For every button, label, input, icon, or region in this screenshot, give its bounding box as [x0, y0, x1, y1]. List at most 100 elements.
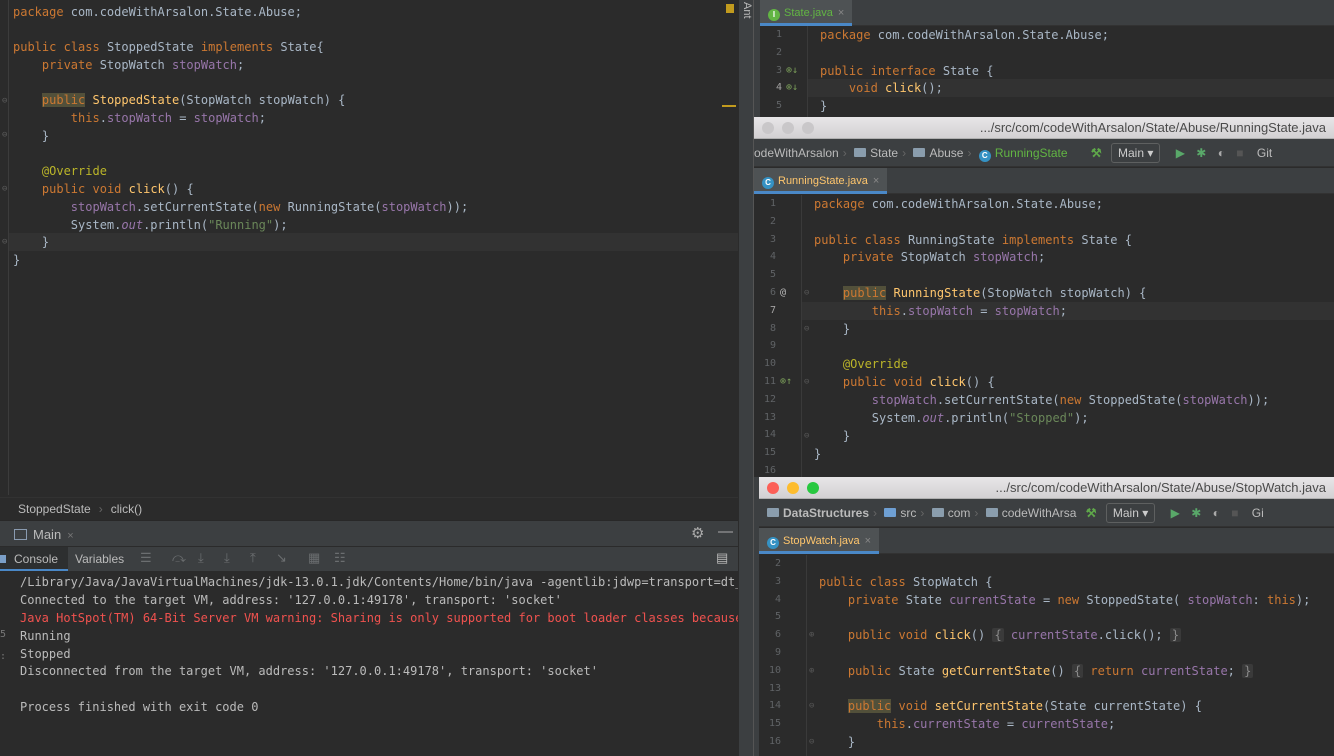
hammer-icon[interactable]: ⚒: [1091, 146, 1102, 160]
code-line[interactable]: }: [819, 733, 855, 751]
stopwatch-editor[interactable]: 2 3 4 5 6 9 10 13 14 15 16 ⊕ ⊕ ⊖ ⊖ public class St…: [759, 555, 1334, 756]
code-line[interactable]: public class StopWatch {: [819, 573, 992, 591]
stop-icon[interactable]: ■: [1231, 506, 1238, 520]
code-line[interactable]: package com.codeWithArsalon.State.Abuse;: [820, 26, 1109, 44]
restart-icon[interactable]: 5: [0, 629, 6, 640]
tab-state-java[interactable]: I State.java ×: [760, 0, 853, 26]
git-label[interactable]: Git: [1257, 146, 1272, 160]
implemented-icon[interactable]: ⊚↓: [786, 62, 798, 80]
code-line[interactable]: public State getCurrentState() { return …: [819, 662, 1254, 680]
code-line[interactable]: }: [13, 127, 49, 145]
console-output[interactable]: 5 : /Library/Java/JavaVirtualMachines/jd…: [0, 571, 738, 756]
code-line[interactable]: public void click() { currentState.click…: [819, 626, 1182, 644]
fold-marker[interactable]: ⊖: [804, 284, 809, 302]
run-config-select[interactable]: Main ▾: [1105, 503, 1156, 523]
fold-marker[interactable]: ⊖: [2, 237, 7, 247]
stop-icon[interactable]: :: [0, 651, 6, 662]
crumb-project[interactable]: DataStructures: [767, 499, 869, 527]
debug-icon[interactable]: ✱: [1196, 146, 1206, 160]
gear-icon[interactable]: ⚙: [691, 524, 704, 542]
code-line[interactable]: package com.codeWithArsalon.State.Abuse;: [814, 195, 1103, 213]
menu-icon[interactable]: ☰: [140, 550, 152, 566]
hammer-icon[interactable]: ⚒: [1086, 506, 1097, 520]
fold-marker[interactable]: ⊖: [2, 130, 7, 140]
fold-marker[interactable]: ⊕: [809, 662, 814, 680]
code-line[interactable]: }: [13, 251, 20, 269]
ant-tool-button[interactable]: Ant: [739, 0, 753, 19]
code-line[interactable]: public void click() {: [814, 373, 995, 391]
zoom-window-button[interactable]: [802, 122, 814, 134]
breadcrumb-class[interactable]: StoppedState: [18, 502, 91, 516]
code-line[interactable]: }: [814, 320, 850, 338]
run-config-select[interactable]: Main ▾: [1111, 143, 1161, 163]
code-line[interactable]: this.currentState = currentState;: [819, 715, 1115, 733]
close-window-button[interactable]: [762, 122, 774, 134]
step-into-icon[interactable]: ⤓: [198, 550, 204, 566]
code-line[interactable]: public void setCurrentState(State curren…: [819, 697, 1202, 715]
tab-running-state-java[interactable]: C RunningState.java ×: [754, 168, 888, 194]
force-step-into-icon[interactable]: ⤓: [224, 550, 230, 566]
code-line[interactable]: public RunningState(StopWatch stopWatch)…: [814, 284, 1146, 302]
code-line[interactable]: }: [820, 97, 827, 115]
minimize-window-button[interactable]: [782, 122, 794, 134]
code-line[interactable]: void click();: [820, 79, 943, 97]
close-icon[interactable]: ×: [67, 530, 73, 542]
state-editor[interactable]: 1 2 3 4 5 ⊚↓ ⊚↓ package com.codeWithArsa…: [760, 26, 1334, 118]
code-line[interactable]: System.out.println("Stopped");: [814, 409, 1089, 427]
crumb-state[interactable]: State: [854, 139, 898, 167]
scroll-marker[interactable]: [722, 105, 736, 107]
code-line[interactable]: }: [13, 233, 49, 251]
running-state-editor[interactable]: 1 2 3 4 5 6 7 8 9 10 11 12 13 14 15 16 @ ⊚↑ ⊖ ⊖ ⊖ ⊖ pac…: [754, 195, 1334, 477]
fold-marker[interactable]: ⊖: [804, 320, 809, 338]
run-tab-main[interactable]: Main ×: [14, 525, 74, 545]
coverage-icon[interactable]: ◐: [1218, 146, 1225, 160]
evaluate-icon[interactable]: ▦: [308, 550, 320, 566]
code-line[interactable]: package com.codeWithArsalon.State.Abuse;: [13, 3, 302, 21]
code-line[interactable]: this.stopWatch = stopWatch;: [814, 302, 1067, 320]
fold-marker[interactable]: ⊖: [809, 697, 814, 715]
breadcrumb-method[interactable]: click(): [111, 502, 142, 516]
code-line[interactable]: System.out.println("Running");: [13, 216, 288, 234]
fold-marker[interactable]: ⊕: [809, 626, 814, 644]
code-line[interactable]: public StoppedState(StopWatch stopWatch)…: [13, 91, 345, 109]
trace-icon[interactable]: ☷: [334, 550, 346, 566]
left-editor[interactable]: ⊖ ⊖ ⊖ ⊖ package com.codeWithArsalon.Stat…: [0, 0, 738, 495]
tab-console[interactable]: Console: [0, 547, 69, 571]
fold-marker[interactable]: ⊖: [804, 373, 809, 391]
code-line[interactable]: stopWatch.setCurrentState(new StoppedSta…: [814, 391, 1269, 409]
fold-marker[interactable]: ⊖: [2, 96, 7, 106]
zoom-window-button[interactable]: [807, 482, 819, 494]
close-window-button[interactable]: [767, 482, 779, 494]
crumb-src[interactable]: src: [884, 499, 916, 527]
code-line[interactable]: private StopWatch stopWatch;: [13, 56, 244, 74]
run-icon[interactable]: ▶: [1176, 146, 1185, 160]
minimize-icon[interactable]: —: [718, 523, 733, 540]
code-line[interactable]: private State currentState = new Stopped…: [819, 591, 1310, 609]
close-icon[interactable]: ×: [838, 7, 844, 19]
run-icon[interactable]: ▶: [1171, 506, 1180, 520]
implemented-icon[interactable]: ⊚↓: [786, 79, 798, 97]
implements-method-icon[interactable]: ⊚↑: [780, 373, 792, 391]
coverage-icon[interactable]: ◐: [1213, 506, 1220, 520]
code-line[interactable]: private StopWatch stopWatch;: [814, 248, 1045, 266]
close-icon[interactable]: ×: [873, 175, 879, 187]
code-line[interactable]: public class StoppedState implements Sta…: [13, 38, 324, 56]
code-line[interactable]: this.stopWatch = stopWatch;: [13, 109, 266, 127]
code-line[interactable]: }: [814, 427, 850, 445]
fold-marker[interactable]: ⊖: [2, 184, 7, 194]
crumb-com[interactable]: com: [931, 499, 970, 527]
code-line[interactable]: public class RunningState implements Sta…: [814, 231, 1132, 249]
crumb-runningstate[interactable]: C RunningState: [978, 139, 1068, 167]
fold-marker[interactable]: ⊖: [809, 733, 814, 751]
code-line[interactable]: stopWatch.setCurrentState(new RunningSta…: [13, 198, 468, 216]
fold-marker[interactable]: ⊖: [804, 427, 809, 445]
minimize-window-button[interactable]: [787, 482, 799, 494]
restore-layout-icon[interactable]: ▤: [716, 550, 728, 566]
code-line[interactable]: @Override: [814, 355, 908, 373]
code-line[interactable]: public interface State {: [820, 62, 993, 80]
run-to-cursor-icon[interactable]: ↘: [276, 550, 287, 566]
warning-marker[interactable]: [726, 4, 734, 13]
code-line[interactable]: @Override: [13, 162, 107, 180]
crumb-project[interactable]: odeWithArsalon: [754, 139, 839, 167]
stop-icon[interactable]: ■: [1236, 146, 1243, 160]
